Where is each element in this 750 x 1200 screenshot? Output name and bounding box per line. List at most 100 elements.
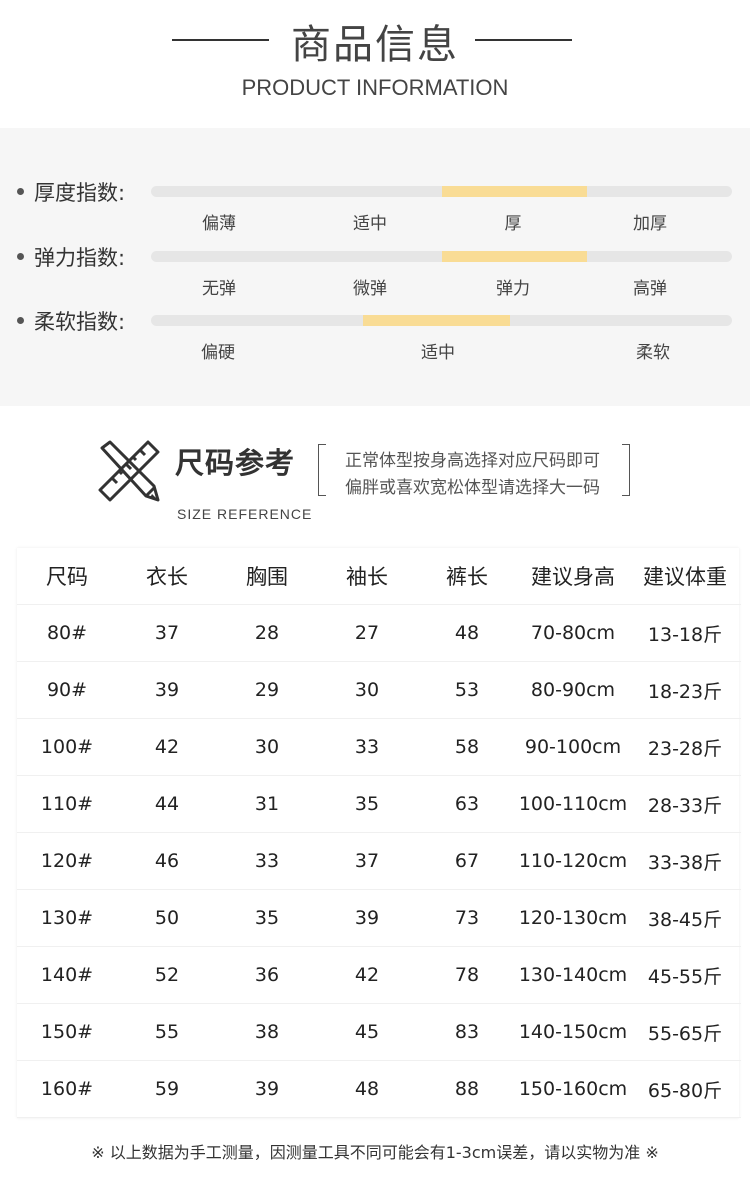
- column-header: 衣长: [117, 548, 217, 605]
- table-cell: 150#: [17, 1003, 117, 1061]
- bullet-dot: [17, 253, 24, 260]
- table-cell: 39: [217, 1060, 317, 1118]
- column-header: 尺码: [17, 548, 117, 605]
- index-label: 弹力指数:: [34, 246, 126, 270]
- index-track: [151, 315, 732, 326]
- table-cell: 110-120cm: [517, 832, 629, 890]
- size-table-header-row: 尺码 衣长 胸围 袖长 裤长 建议身高 建议体重: [17, 548, 741, 605]
- table-row: 110# 44 31 35 63 100-110cm 28-33斤: [17, 775, 741, 833]
- index-track: [151, 186, 732, 197]
- table-cell: 58: [417, 718, 517, 776]
- table-cell: 27: [317, 604, 417, 662]
- table-cell: 46: [117, 832, 217, 890]
- table-cell: 42: [317, 946, 417, 1004]
- table-cell: 130#: [17, 889, 117, 947]
- table-cell: 44: [117, 775, 217, 833]
- table-cell: 63: [417, 775, 517, 833]
- index-tick-label: 无弹: [202, 279, 236, 299]
- table-cell: 33: [317, 718, 417, 776]
- index-level-fill: [441, 186, 587, 197]
- index-tick-label: 弹力: [496, 279, 530, 299]
- table-row: 140# 52 36 42 78 130-140cm 45-55斤: [17, 946, 741, 1004]
- table-row: 160# 59 39 48 88 150-160cm 65-80斤: [17, 1060, 741, 1118]
- table-cell: 48: [417, 604, 517, 662]
- table-cell: 80-90cm: [517, 661, 629, 719]
- ruler-pencil-icon: [96, 438, 162, 504]
- table-cell: 36: [217, 946, 317, 1004]
- measurement-footnote: ※ 以上数据为手工测量，因测量工具不同可能会有1-3cm误差，请以实物为准 ※: [91, 1143, 659, 1162]
- table-cell: 37: [117, 604, 217, 662]
- table-cell: 38-45斤: [629, 889, 741, 947]
- index-tick-label: 柔软: [636, 343, 670, 363]
- column-header: 胸围: [217, 548, 317, 605]
- table-row: 120# 46 33 37 67 110-120cm 33-38斤: [17, 832, 741, 890]
- size-section-subtitle: SIZE REFERENCE: [177, 506, 313, 522]
- table-row: 80# 37 28 27 48 70-80cm 13-18斤: [17, 604, 741, 662]
- table-cell: 67: [417, 832, 517, 890]
- table-cell: 35: [317, 775, 417, 833]
- table-cell: 42: [117, 718, 217, 776]
- size-table: 尺码 衣长 胸围 袖长 裤长 建议身高 建议体重 80# 37 28 27 48 70-80cm 13-…: [17, 548, 741, 1118]
- table-cell: 37: [317, 832, 417, 890]
- table-cell: 150-160cm: [517, 1060, 629, 1118]
- table-cell: 52: [117, 946, 217, 1004]
- index-tick-label: 高弹: [633, 279, 667, 299]
- table-cell: 78: [417, 946, 517, 1004]
- table-cell: 90-100cm: [517, 718, 629, 776]
- table-cell: 55-65斤: [629, 1003, 741, 1061]
- column-header: 建议体重: [629, 548, 741, 605]
- table-cell: 48: [317, 1060, 417, 1118]
- note-bracket-left: [318, 444, 326, 496]
- index-tick-label: 加厚: [633, 214, 667, 234]
- index-tick-label: 适中: [421, 343, 455, 363]
- table-cell: 53: [417, 661, 517, 719]
- table-cell: 70-80cm: [517, 604, 629, 662]
- table-cell: 73: [417, 889, 517, 947]
- size-note-line-2: 偏胖或喜欢宽松体型请选择大一码: [345, 478, 600, 498]
- table-cell: 50: [117, 889, 217, 947]
- index-track: [151, 251, 732, 262]
- table-cell: 83: [417, 1003, 517, 1061]
- table-cell: 140#: [17, 946, 117, 1004]
- table-cell: 39: [117, 661, 217, 719]
- size-section-title: 尺码参考: [175, 446, 296, 480]
- table-cell: 31: [217, 775, 317, 833]
- index-tick-label: 偏薄: [202, 214, 236, 234]
- index-label: 厚度指数:: [34, 181, 126, 205]
- table-cell: 140-150cm: [517, 1003, 629, 1061]
- bullet-dot: [17, 188, 24, 195]
- table-cell: 100-110cm: [517, 775, 629, 833]
- table-cell: 38: [217, 1003, 317, 1061]
- bullet-dot: [17, 317, 24, 324]
- table-row: 150# 55 38 45 83 140-150cm 55-65斤: [17, 1003, 741, 1061]
- column-header: 裤长: [417, 548, 517, 605]
- table-row: 100# 42 30 33 58 90-100cm 23-28斤: [17, 718, 741, 776]
- table-cell: 120-130cm: [517, 889, 629, 947]
- table-cell: 33: [217, 832, 317, 890]
- column-header: 袖长: [317, 548, 417, 605]
- column-header: 建议身高: [517, 548, 629, 605]
- note-bracket-right: [622, 444, 630, 496]
- table-cell: 59: [117, 1060, 217, 1118]
- index-tick-label: 厚: [504, 214, 522, 234]
- index-tick-label: 微弹: [353, 279, 387, 299]
- table-cell: 30: [217, 718, 317, 776]
- page-title: 商品信息: [291, 22, 459, 68]
- index-tick-label: 适中: [353, 214, 387, 234]
- table-cell: 33-38斤: [629, 832, 741, 890]
- table-cell: 39: [317, 889, 417, 947]
- table-row: 130# 50 35 39 73 120-130cm 38-45斤: [17, 889, 741, 947]
- index-label: 柔软指数:: [34, 310, 126, 334]
- page-subtitle: PRODUCT INFORMATION: [241, 75, 509, 100]
- table-cell: 45: [317, 1003, 417, 1061]
- table-cell: 28-33斤: [629, 775, 741, 833]
- table-cell: 80#: [17, 604, 117, 662]
- index-level-fill: [363, 315, 510, 326]
- table-cell: 90#: [17, 661, 117, 719]
- table-cell: 23-28斤: [629, 718, 741, 776]
- index-panel: 厚度指数: 偏薄 适中厚加厚 弹力指数: 无弹 微弹 弹力 高弹 柔软指数: 偏硬 适中 柔软: [0, 128, 750, 406]
- table-cell: 13-18斤: [629, 604, 741, 662]
- index-level-fill: [441, 251, 587, 262]
- table-cell: 30: [317, 661, 417, 719]
- table-cell: 160#: [17, 1060, 117, 1118]
